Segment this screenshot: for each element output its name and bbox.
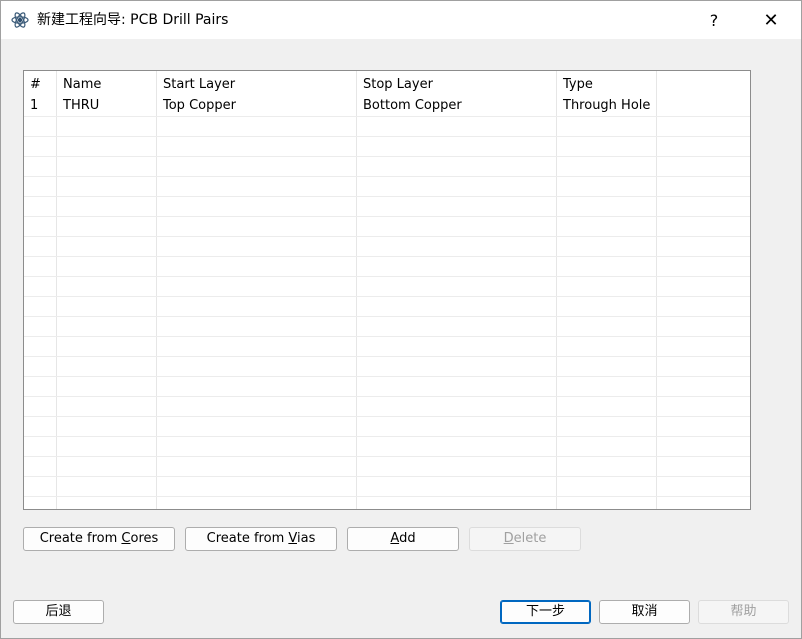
mnemonic-d: D [503, 531, 514, 546]
mnemonic-v: V [288, 531, 297, 546]
app-icon [11, 12, 29, 28]
column-header-stop-layer[interactable]: Stop Layer [357, 71, 557, 95]
title-bar: 新建工程向导: PCB Drill Pairs ? ✕ [1, 1, 801, 39]
cell-index[interactable]: 1 [24, 96, 57, 116]
window-title: 新建工程向导: PCB Drill Pairs [37, 12, 229, 28]
help-button[interactable]: 帮助 [698, 600, 789, 624]
grid-row-line [24, 116, 750, 117]
cancel-button[interactable]: 取消 [599, 600, 690, 624]
button-label: Create from [206, 531, 289, 546]
button-label: ias [296, 531, 316, 546]
button-label: Create from [39, 531, 122, 546]
drill-pairs-table: # Name Start Layer Stop Layer Type 1 THR… [23, 70, 751, 510]
grid-row-line [24, 196, 750, 197]
button-label: ores [130, 531, 159, 546]
delete-button[interactable]: Delete [469, 527, 581, 551]
create-from-cores-button[interactable]: Create from Cores [23, 527, 175, 551]
grid-row-line [24, 376, 750, 377]
grid-row-line [24, 316, 750, 317]
grid-row-line [24, 276, 750, 277]
column-header-start-layer[interactable]: Start Layer [157, 71, 357, 95]
grid-row-line [24, 496, 750, 497]
grid-row-line [24, 456, 750, 457]
create-from-vias-button[interactable]: Create from Vias [185, 527, 337, 551]
cell-start-layer[interactable]: Top Copper [157, 96, 357, 116]
column-header-index[interactable]: # [24, 71, 57, 95]
grid-row-line [24, 216, 750, 217]
grid-row-line [24, 356, 750, 357]
help-icon[interactable]: ? [691, 1, 737, 39]
grid-row-line [24, 156, 750, 157]
mnemonic-a: A [390, 531, 400, 546]
grid-row-line [24, 416, 750, 417]
column-header-type[interactable]: Type [557, 71, 657, 95]
grid-row-line [24, 436, 750, 437]
column-header-name[interactable]: Name [57, 71, 157, 95]
cell-type[interactable]: Through Hole [557, 96, 657, 116]
grid-row-line [24, 256, 750, 257]
button-label: dd [399, 531, 416, 546]
close-icon[interactable]: ✕ [748, 1, 794, 39]
cell-name[interactable]: THRU [57, 96, 157, 116]
grid-row-line [24, 336, 750, 337]
add-button[interactable]: Add [347, 527, 459, 551]
back-button[interactable]: 后退 [13, 600, 104, 624]
grid-row-line [24, 476, 750, 477]
grid-row-line [24, 176, 750, 177]
grid-row-line [24, 396, 750, 397]
grid-row-line [24, 136, 750, 137]
grid-row-line [24, 296, 750, 297]
cell-stop-layer[interactable]: Bottom Copper [357, 96, 557, 116]
drill-pairs-dialog: 新建工程向导: PCB Drill Pairs ? ✕ # Name Start… [0, 0, 802, 639]
mnemonic-c: C [121, 531, 131, 546]
next-button[interactable]: 下一步 [500, 600, 591, 624]
grid-row-line [24, 236, 750, 237]
button-label: elete [513, 531, 547, 546]
